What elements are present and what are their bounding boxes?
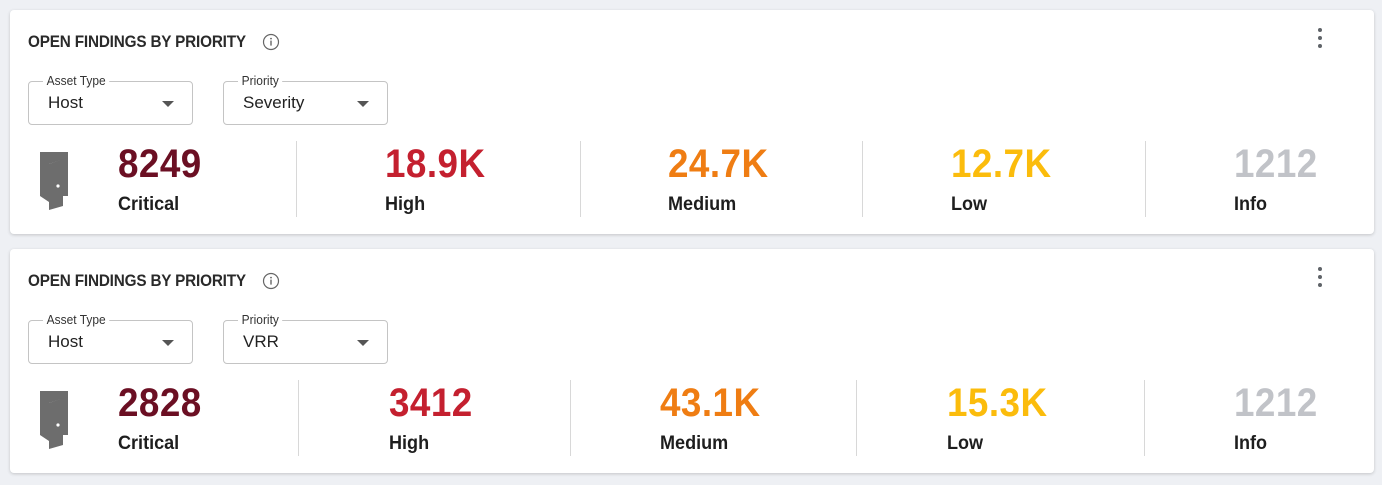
divider [298, 380, 299, 456]
asset-type-select[interactable]: Asset Type Host [28, 312, 193, 364]
card-header: OPEN FINDINGS BY PRIORITY [28, 271, 280, 291]
stat-medium-value: 24.7K [668, 142, 769, 186]
findings-card: OPEN FINDINGS BY PRIORITY Asset Type Hos… [10, 10, 1374, 234]
stat-info-value: 1212 [1234, 381, 1318, 425]
priority-value: Severity [243, 93, 305, 112]
stat-critical-value: 8249 [118, 142, 202, 186]
divider [296, 141, 297, 217]
divider [1145, 141, 1146, 217]
priority-stats: 8249 Critical 18.9K High 24.7K Medium 12… [10, 140, 1374, 218]
stat-medium-label: Medium [668, 194, 737, 215]
door-icon [40, 391, 68, 449]
stat-high[interactable]: 18.9K High [385, 140, 494, 216]
stat-medium[interactable]: 43.1K Medium [660, 379, 769, 455]
priority-select[interactable]: Priority VRR [223, 312, 388, 364]
stat-critical[interactable]: 8249 Critical [118, 140, 209, 216]
stat-info-value: 1212 [1234, 142, 1318, 186]
asset-type-legend: Asset Type [43, 312, 110, 328]
stat-critical-label: Critical [118, 194, 180, 215]
chevron-down-icon [357, 101, 369, 107]
stat-critical[interactable]: 2828 Critical [118, 379, 209, 455]
stat-low-value: 12.7K [951, 142, 1052, 186]
more-vertical-icon[interactable] [1310, 265, 1330, 289]
chevron-down-icon [162, 101, 174, 107]
priority-legend: Priority [238, 73, 283, 89]
stat-critical-value: 2828 [118, 381, 202, 425]
stat-medium-value: 43.1K [660, 381, 761, 425]
divider [1144, 380, 1145, 456]
stat-high-label: High [385, 194, 426, 215]
stat-low-label: Low [951, 194, 988, 215]
info-circle-icon[interactable] [262, 33, 280, 51]
stat-info[interactable]: 1212 Info [1234, 379, 1325, 455]
divider [570, 380, 571, 456]
priority-legend: Priority [238, 312, 283, 328]
info-circle-icon[interactable] [262, 272, 280, 290]
card-title: OPEN FINDINGS BY PRIORITY [28, 271, 246, 290]
chevron-down-icon [162, 340, 174, 346]
stat-medium[interactable]: 24.7K Medium [668, 140, 777, 216]
stat-high-value: 3412 [389, 381, 473, 425]
stat-info-label: Info [1234, 433, 1268, 454]
stat-high[interactable]: 3412 High [389, 379, 480, 455]
asset-type-value: Host [48, 93, 83, 112]
priority-value: VRR [243, 332, 279, 351]
stat-low-value: 15.3K [947, 381, 1048, 425]
more-vertical-icon[interactable] [1310, 26, 1330, 50]
stat-high-value: 18.9K [385, 142, 486, 186]
priority-select[interactable]: Priority Severity [223, 73, 388, 125]
divider [580, 141, 581, 217]
stat-low[interactable]: 12.7K Low [951, 140, 1060, 216]
findings-card: OPEN FINDINGS BY PRIORITY Asset Type Hos… [10, 249, 1374, 473]
stat-medium-label: Medium [660, 433, 729, 454]
asset-type-select[interactable]: Asset Type Host [28, 73, 193, 125]
chevron-down-icon [357, 340, 369, 346]
stat-info[interactable]: 1212 Info [1234, 140, 1325, 216]
asset-type-value: Host [48, 332, 83, 351]
stat-low[interactable]: 15.3K Low [947, 379, 1056, 455]
divider [862, 141, 863, 217]
divider [856, 380, 857, 456]
stat-high-label: High [389, 433, 430, 454]
card-header: OPEN FINDINGS BY PRIORITY [28, 32, 280, 52]
stat-info-label: Info [1234, 194, 1268, 215]
door-icon [40, 152, 68, 210]
asset-type-legend: Asset Type [43, 73, 110, 89]
stat-critical-label: Critical [118, 433, 180, 454]
priority-stats: 2828 Critical 3412 High 43.1K Medium 15.… [10, 379, 1374, 457]
card-title: OPEN FINDINGS BY PRIORITY [28, 32, 246, 51]
stat-low-label: Low [947, 433, 984, 454]
